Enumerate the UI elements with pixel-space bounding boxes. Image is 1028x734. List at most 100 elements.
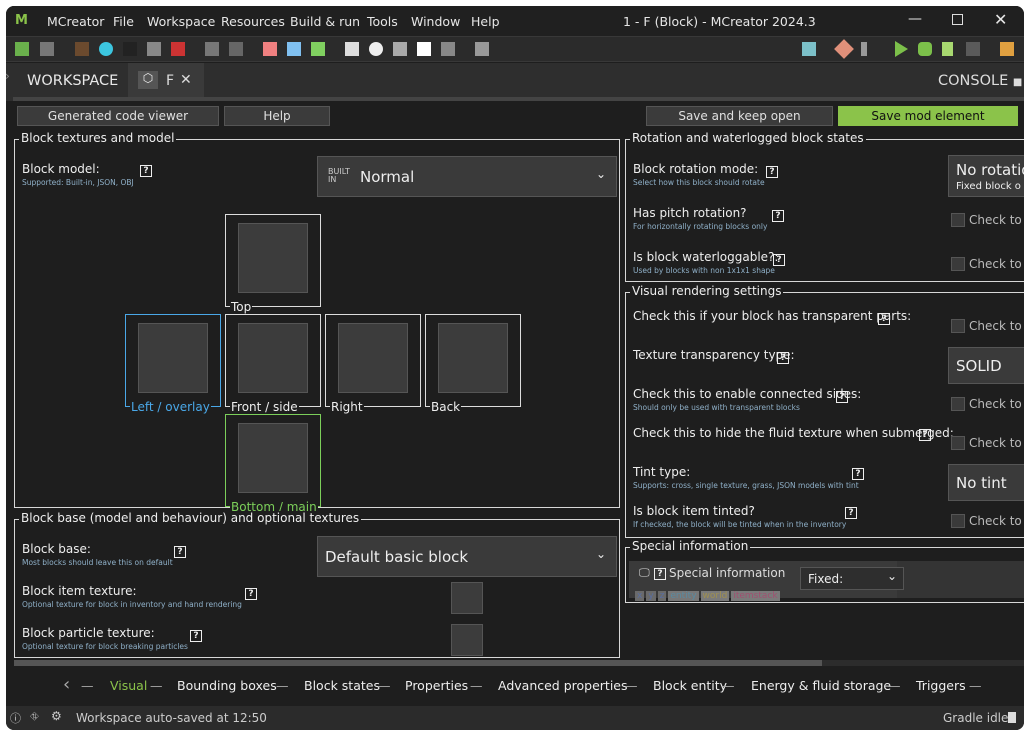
save-keep-open-button[interactable]: Save and keep open xyxy=(646,106,833,126)
run-server-icon[interactable] xyxy=(942,42,953,56)
network-icon[interactable]: ⛗ xyxy=(30,710,39,724)
close-window-button[interactable]: ✕ xyxy=(994,10,1007,29)
tab-console[interactable]: CONSOLE ■ xyxy=(938,73,1022,89)
menu-help[interactable]: Help xyxy=(471,14,500,29)
debug-client-icon[interactable] xyxy=(918,42,932,56)
previous-page-icon[interactable]: ‹ xyxy=(63,674,70,695)
build-workspace-icon[interactable] xyxy=(861,42,867,56)
import-entity-texture-icon[interactable] xyxy=(123,42,137,56)
help-icon[interactable]: ? xyxy=(777,352,789,364)
checkbox-label: Check to e xyxy=(969,257,1024,271)
menu-workspace[interactable]: Workspace xyxy=(147,14,215,29)
add-animation-icon[interactable] xyxy=(40,42,54,56)
add-armor-model-icon[interactable] xyxy=(417,42,431,56)
help-icon[interactable]: ? xyxy=(836,391,848,403)
transparency-type-select[interactable]: SOLID xyxy=(948,347,1024,384)
stop-icon[interactable] xyxy=(966,42,980,56)
item-tinted-checkbox[interactable] xyxy=(951,514,965,528)
block-item-texture-slot[interactable] xyxy=(451,582,483,614)
slot-label: Left / overlay xyxy=(130,400,211,414)
help-icon[interactable]: ? xyxy=(772,210,784,222)
texture-slot-bottom[interactable]: Bottom / main xyxy=(225,414,321,514)
menu-build-run[interactable]: Build & run xyxy=(290,14,360,29)
connected-sides-label: Check this to enable connected sides: xyxy=(633,387,862,401)
gradle-status: Gradle idle xyxy=(943,711,1009,725)
add-block-model-icon[interactable] xyxy=(441,42,455,56)
add-tool-model-icon[interactable] xyxy=(393,42,407,56)
help-icon[interactable]: ? xyxy=(919,429,931,441)
variables-icon[interactable] xyxy=(475,42,489,56)
import-painting-icon[interactable] xyxy=(147,42,161,56)
help-button[interactable]: Help xyxy=(224,106,330,126)
save-mod-element-button[interactable]: Save mod element xyxy=(838,106,1018,126)
maximize-button[interactable] xyxy=(952,14,963,25)
run-client-icon[interactable] xyxy=(895,41,908,57)
texture-slot-left[interactable]: Left / overlay xyxy=(125,314,221,414)
import-armor-icon[interactable] xyxy=(263,42,277,56)
menu-file[interactable]: File xyxy=(113,14,134,29)
page-block-entity[interactable]: Block entity xyxy=(653,678,727,693)
page-properties[interactable]: Properties xyxy=(405,678,468,693)
help-icon[interactable]: ? xyxy=(140,165,152,177)
menu-tools[interactable]: Tools xyxy=(367,14,398,29)
tint-type-select[interactable]: No tint xyxy=(948,464,1024,501)
help-icon[interactable]: ? xyxy=(245,588,257,600)
import-structure-icon[interactable] xyxy=(229,42,243,56)
menu-window[interactable]: Window xyxy=(411,14,460,29)
texture-slot-back[interactable]: Back xyxy=(425,314,521,414)
status-bar: ⓘ ⛗ ⚙ Workspace auto-saved at 12:50 Grad… xyxy=(6,706,1024,730)
help-icon[interactable]: ? xyxy=(766,166,778,178)
texture-slot-front[interactable]: Front / side xyxy=(225,314,321,414)
item-tinted-hint: If checked, the block will be tinted whe… xyxy=(633,520,847,529)
help-icon[interactable]: ? xyxy=(174,546,186,558)
import-block-texture-icon[interactable] xyxy=(75,42,89,56)
info-icon[interactable]: ⓘ xyxy=(10,710,21,726)
help-icon[interactable]: ? xyxy=(878,313,890,325)
help-icon[interactable]: ? xyxy=(845,507,857,519)
help-icon[interactable]: ? xyxy=(852,468,864,480)
page-advanced-properties[interactable]: Advanced properties xyxy=(498,678,628,693)
import-particle-icon[interactable] xyxy=(171,42,185,56)
page-triggers[interactable]: Triggers xyxy=(916,678,966,693)
block-particle-texture-slot[interactable] xyxy=(451,624,483,656)
texture-slot-right[interactable]: Right xyxy=(325,314,421,414)
page-visual[interactable]: Visual xyxy=(110,678,147,693)
help-icon[interactable]: ? xyxy=(773,254,785,266)
visual-rendering-group: Visual rendering settings Check this if … xyxy=(625,284,1024,538)
page-energy-fluid-storage[interactable]: Energy & fluid storage xyxy=(751,678,891,693)
help-icon[interactable]: ? xyxy=(190,630,202,642)
import-armor-2-icon[interactable] xyxy=(287,42,301,56)
export-icon[interactable] xyxy=(1000,42,1014,56)
minimize-button[interactable]: — xyxy=(908,11,922,27)
connected-sides-checkbox[interactable] xyxy=(951,397,965,411)
waterloggable-checkbox[interactable] xyxy=(951,257,965,271)
settings-gear-icon[interactable]: ⚙ xyxy=(51,709,62,723)
page-bounding-boxes[interactable]: Bounding boxes xyxy=(177,678,277,693)
rotation-mode-select[interactable]: No rotatio Fixed block o xyxy=(948,155,1024,197)
add-image-icon[interactable] xyxy=(15,42,29,56)
hide-fluid-checkbox[interactable] xyxy=(951,436,965,450)
page-block-states[interactable]: Block states xyxy=(304,678,380,693)
rotation-mode-label: Block rotation mode: xyxy=(633,162,759,176)
generated-code-viewer-button[interactable]: Generated code viewer xyxy=(17,106,219,126)
menu-mcreator[interactable]: MCreator xyxy=(47,14,104,29)
close-tab-icon[interactable]: ✕ xyxy=(180,72,192,88)
pitch-rotation-checkbox[interactable] xyxy=(951,213,965,227)
block-base-select[interactable]: Default basic block ⌄ xyxy=(317,536,617,577)
add-model-icon[interactable] xyxy=(345,42,359,56)
import-sound-icon[interactable] xyxy=(205,42,219,56)
tab-workspace[interactable]: WORKSPACE xyxy=(13,63,128,101)
expand-sidebar-icon[interactable]: › xyxy=(6,69,10,83)
add-sphere-model-icon[interactable] xyxy=(369,42,383,56)
help-icon[interactable]: ? xyxy=(654,568,666,580)
import-item-texture-icon[interactable] xyxy=(99,42,113,56)
block-model-select[interactable]: BUILT IN Normal ⌄ xyxy=(317,156,617,197)
regenerate-code-icon[interactable] xyxy=(834,39,854,59)
transparent-checkbox[interactable] xyxy=(951,319,965,333)
texture-slot-top[interactable]: Top xyxy=(225,214,321,314)
tab-element-f[interactable]: ⬡ F ✕ xyxy=(128,63,204,101)
menu-resources[interactable]: Resources xyxy=(221,14,285,29)
import-armor-3-icon[interactable] xyxy=(311,42,325,56)
special-info-mode-select[interactable]: Fixed: ⌄ xyxy=(800,567,904,590)
open-workspace-folder-icon[interactable] xyxy=(802,42,816,56)
